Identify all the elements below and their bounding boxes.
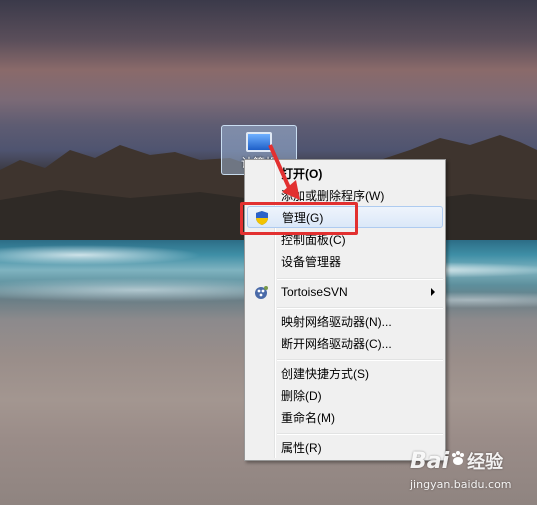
menu-separator: [277, 278, 443, 280]
baidu-watermark: Bai 经验 jingyan.baidu.com: [410, 448, 512, 491]
watermark-site: jingyan.baidu.com: [410, 478, 512, 491]
submenu-arrow-icon: [431, 288, 435, 296]
menu-item-label: TortoiseSVN: [281, 285, 348, 299]
menu-item-label: 删除(D): [281, 389, 322, 403]
menu-item-label: 打开(O): [281, 167, 323, 181]
menu-item-delete[interactable]: 删除(D): [247, 385, 443, 407]
menu-item-label: 映射网络驱动器(N)...: [281, 315, 392, 329]
menu-item-label: 创建快捷方式(S): [281, 367, 369, 381]
menu-item-label: 重命名(M): [281, 411, 335, 425]
menu-item-map-network-drive[interactable]: 映射网络驱动器(N)...: [247, 311, 443, 333]
watermark-brand: Bai: [410, 449, 450, 474]
menu-separator: [277, 359, 443, 361]
paw-icon: [452, 451, 465, 465]
menu-item-label: 断开网络驱动器(C)...: [281, 337, 392, 351]
menu-separator: [277, 433, 443, 435]
tortoisesvn-icon: [255, 286, 268, 299]
menu-item-create-shortcut[interactable]: 创建快捷方式(S): [247, 363, 443, 385]
watermark-brand-suffix: 经验: [467, 452, 504, 473]
menu-item-open[interactable]: 打开(O): [247, 163, 443, 185]
menu-separator: [277, 307, 443, 309]
menu-item-device-manager[interactable]: 设备管理器: [247, 251, 443, 273]
menu-item-label: 设备管理器: [281, 255, 342, 269]
menu-item-disconnect-network-drive[interactable]: 断开网络驱动器(C)...: [247, 333, 443, 355]
menu-item-rename[interactable]: 重命名(M): [247, 407, 443, 429]
computer-icon: [246, 132, 272, 152]
highlight-annotation-box: [240, 202, 358, 235]
menu-item-tortoisesvn[interactable]: TortoiseSVN: [247, 281, 443, 303]
menu-item-label: 属性(R): [281, 441, 322, 455]
